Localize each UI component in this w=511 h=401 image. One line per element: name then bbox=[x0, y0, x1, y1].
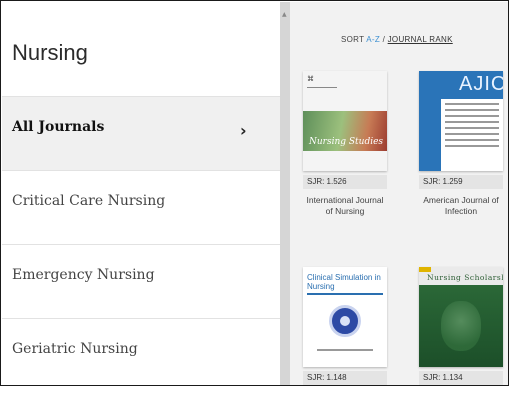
sidebar-item-geriatric-nursing[interactable]: Geriatric Nursing bbox=[2, 318, 280, 385]
cover-title-text: AJIC bbox=[459, 73, 503, 95]
sidebar-item-critical-care-nursing[interactable]: Critical Care Nursing bbox=[2, 170, 280, 244]
sjr-score: SJR: 1.526 bbox=[303, 175, 387, 189]
sort-az-link[interactable]: A-Z bbox=[366, 35, 380, 44]
journal-cover-image[interactable]: ⌘ Nursing Studies bbox=[303, 71, 387, 171]
publisher-logo-icon: ⌘ bbox=[307, 75, 314, 83]
journal-cover-image[interactable]: Clinical Simulation in Nursing bbox=[303, 267, 387, 367]
society-seal-icon bbox=[329, 305, 361, 337]
sidebar-item-label: Emergency Nursing bbox=[12, 267, 155, 283]
journal-cover-image[interactable]: Nursing Scholarship bbox=[419, 267, 503, 367]
journal-browser-frame: Nursing All Journals › Critical Care Nur… bbox=[0, 0, 509, 386]
journal-title[interactable]: American Journal of Infection bbox=[419, 195, 503, 217]
sort-journal-rank-link[interactable]: JOURNAL RANK bbox=[388, 35, 453, 44]
category-sidebar: Nursing All Journals › Critical Care Nur… bbox=[2, 2, 280, 385]
cover-title-text: Nursing Studies bbox=[309, 137, 384, 147]
sort-controls: SORT A-Z / JOURNAL RANK bbox=[341, 35, 453, 44]
sjr-score: SJR: 1.259 bbox=[419, 175, 503, 189]
sidebar-item-label: All Journals bbox=[12, 119, 105, 135]
sidebar-item-emergency-nursing[interactable]: Emergency Nursing bbox=[2, 244, 280, 318]
journal-title[interactable]: International Journal of Nursing bbox=[303, 195, 387, 217]
category-title: Nursing bbox=[12, 40, 88, 65]
sort-label: SORT bbox=[341, 35, 365, 44]
sidebar-item-label: Critical Care Nursing bbox=[12, 193, 166, 209]
sjr-score: SJR: 1.134 bbox=[419, 371, 503, 385]
chevron-right-icon: › bbox=[240, 121, 247, 140]
sjr-score: SJR: 1.148 bbox=[303, 371, 387, 385]
panel-scrollbar[interactable] bbox=[280, 2, 290, 385]
sidebar-item-all-journals[interactable]: All Journals › bbox=[2, 96, 280, 170]
cover-illustration bbox=[441, 301, 481, 351]
sidebar-item-label: Geriatric Nursing bbox=[12, 341, 138, 357]
scroll-up-arrow-icon[interactable]: ▲ bbox=[282, 11, 287, 18]
cover-title-text: Nursing Scholarship bbox=[427, 273, 503, 282]
cover-title-text: Clinical Simulation in Nursing bbox=[307, 273, 381, 291]
sort-separator: / bbox=[382, 35, 386, 44]
journal-cover-image[interactable]: AJIC bbox=[419, 71, 503, 171]
